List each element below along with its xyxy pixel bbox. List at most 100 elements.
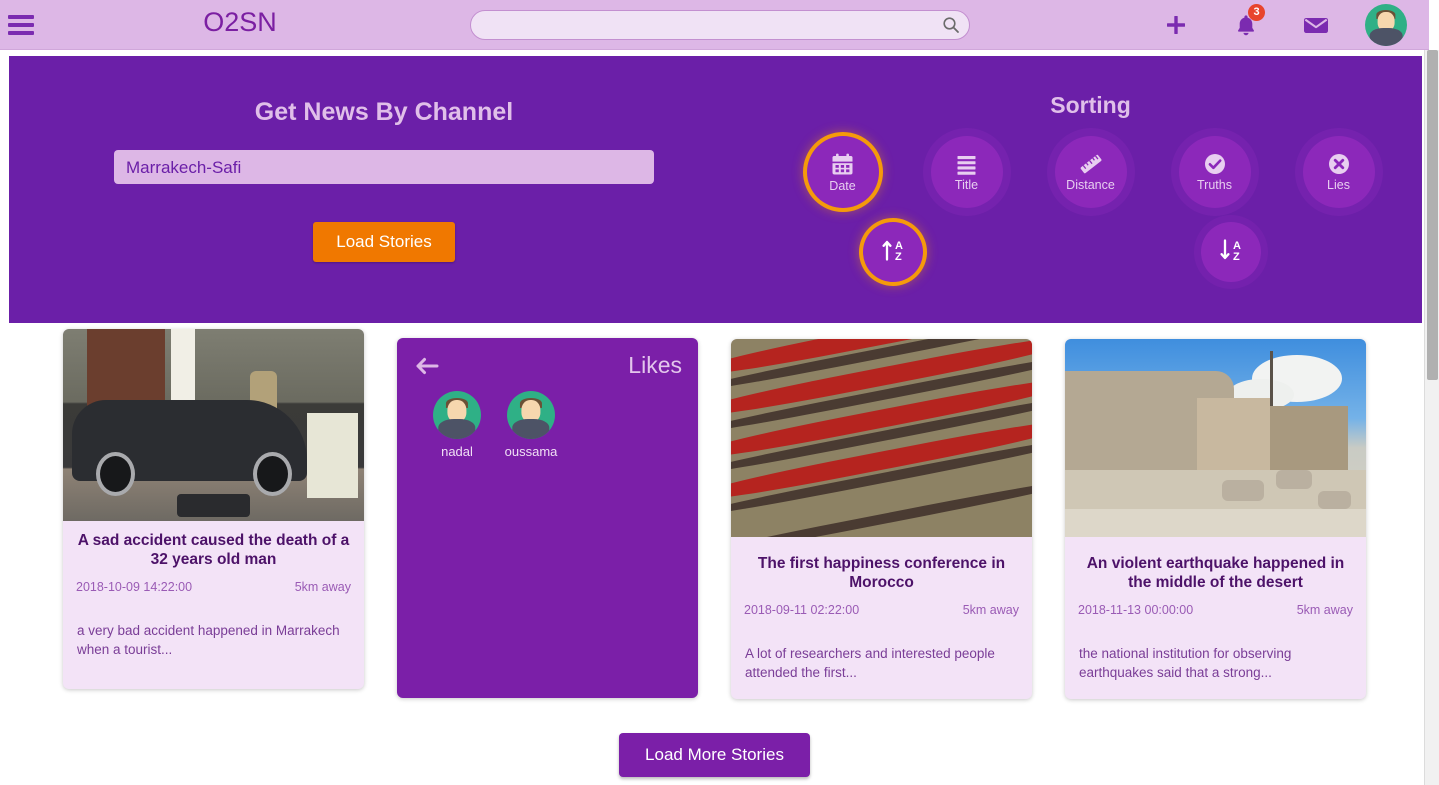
sort-option-truths[interactable]: Truths bbox=[1178, 136, 1251, 208]
calendar-icon bbox=[830, 152, 855, 177]
story-distance: 5km away bbox=[1296, 603, 1353, 618]
sort-direction-ascending[interactable]: A Z bbox=[863, 222, 923, 282]
avatar-body bbox=[1369, 28, 1403, 46]
story-excerpt: A lot of researchers and interested peop… bbox=[745, 646, 995, 681]
story-title: The first happiness conference in Morocc… bbox=[757, 555, 1006, 592]
avatar-image bbox=[1365, 4, 1407, 46]
story-excerpt: a very bad accident happened in Marrakec… bbox=[77, 623, 340, 658]
ruler-icon bbox=[1078, 152, 1104, 176]
hamburger-bar bbox=[8, 30, 34, 35]
search-bar bbox=[470, 10, 970, 40]
avatar-body bbox=[512, 418, 550, 439]
app-header: O2SN 3 bbox=[0, 0, 1429, 50]
story-date: 2018-10-09 14:22:00 bbox=[76, 580, 193, 595]
story-excerpt: the national institution for observing e… bbox=[1079, 646, 1292, 681]
notifications-badge: 3 bbox=[1248, 4, 1265, 21]
liker-avatar bbox=[507, 391, 555, 439]
sort-direction-descending[interactable]: A Z bbox=[1201, 222, 1261, 282]
hamburger-icon[interactable] bbox=[8, 14, 34, 35]
sort-option-label: Lies bbox=[1327, 178, 1350, 193]
photo-shape bbox=[177, 494, 250, 518]
x-circle-icon bbox=[1327, 152, 1351, 176]
conference-auditorium-photo bbox=[731, 339, 1032, 537]
story-body: The first happiness conference in Morocc… bbox=[731, 537, 1032, 592]
story-excerpt-wrap: a very bad accident happened in Marrakec… bbox=[63, 594, 364, 659]
likes-title: Likes bbox=[628, 352, 682, 378]
photo-shape bbox=[171, 329, 196, 410]
story-body: A sad accident caused the death of a 32 … bbox=[63, 521, 364, 569]
sort-option-lies[interactable]: Lies bbox=[1302, 136, 1375, 208]
sort-direction-options: A Z A Z bbox=[759, 222, 1422, 298]
sort-option-date[interactable]: Date bbox=[806, 136, 879, 208]
sort-option-label: Distance bbox=[1066, 178, 1115, 193]
channel-select[interactable]: Marrakech-Safi bbox=[114, 150, 654, 184]
story-distance: 5km away bbox=[294, 580, 351, 595]
photo-art bbox=[63, 329, 364, 521]
app-logo[interactable]: O2SN bbox=[175, 7, 305, 38]
photo-shape bbox=[96, 451, 136, 497]
likes-card[interactable]: Likes nadal oussama bbox=[397, 338, 698, 698]
svg-text:Z: Z bbox=[895, 251, 902, 263]
likes-header: Likes bbox=[397, 338, 698, 379]
photo-shape bbox=[306, 413, 358, 498]
search-input[interactable] bbox=[470, 10, 970, 40]
story-excerpt-wrap: the national institution for observing e… bbox=[1065, 617, 1366, 682]
sorting-title: Sorting bbox=[1050, 92, 1131, 118]
arrow-left-icon[interactable] bbox=[413, 356, 439, 376]
notifications-button[interactable]: 3 bbox=[1211, 0, 1281, 50]
vertical-scrollbar[interactable] bbox=[1424, 50, 1439, 785]
stories-grid: A sad accident caused the death of a 32 … bbox=[0, 329, 1429, 713]
photo-shape bbox=[1221, 479, 1264, 502]
header-actions: 3 bbox=[1141, 0, 1421, 50]
load-stories-button[interactable]: Load Stories bbox=[313, 222, 455, 262]
list-lines-icon bbox=[954, 153, 979, 176]
photo-art bbox=[731, 339, 1032, 537]
story-meta: 2018-10-09 14:22:00 5km away bbox=[63, 580, 364, 594]
svg-text:Z: Z bbox=[1233, 251, 1240, 263]
load-more-section: Load More Stories bbox=[0, 733, 1429, 777]
check-circle-icon bbox=[1203, 152, 1227, 176]
photo-shape bbox=[1275, 469, 1312, 490]
sort-option-label: Title bbox=[954, 177, 979, 192]
add-button[interactable] bbox=[1141, 0, 1211, 50]
channel-filter-section: Get News By Channel Marrakech-Safi Load … bbox=[9, 56, 759, 323]
sort-option-distance[interactable]: Distance bbox=[1054, 136, 1127, 208]
story-card[interactable]: An violent earthquake happened in the mi… bbox=[1065, 339, 1366, 699]
photo-shape bbox=[252, 451, 292, 497]
search-icon[interactable] bbox=[942, 16, 960, 34]
hamburger-bar bbox=[8, 22, 34, 27]
story-card[interactable]: A sad accident caused the death of a 32 … bbox=[63, 329, 364, 689]
liker-item[interactable]: oussama bbox=[501, 391, 561, 459]
photo-shape bbox=[1269, 406, 1348, 478]
channel-filter-title: Get News By Channel bbox=[254, 98, 514, 126]
sort-options: Date Title Distance Truths Lies bbox=[759, 136, 1422, 208]
story-meta: 2018-09-11 02:22:00 5km away bbox=[731, 603, 1032, 617]
photo-shape bbox=[1065, 509, 1366, 537]
story-excerpt-wrap: A lot of researchers and interested peop… bbox=[731, 617, 1032, 682]
sort-option-title[interactable]: Title bbox=[930, 136, 1003, 208]
sort-option-label: Date bbox=[829, 178, 856, 193]
filters-panel: Get News By Channel Marrakech-Safi Load … bbox=[9, 56, 1422, 323]
load-more-stories-button[interactable]: Load More Stories bbox=[619, 733, 810, 777]
liker-item[interactable]: nadal bbox=[427, 391, 487, 459]
scrollbar-thumb[interactable] bbox=[1427, 50, 1438, 380]
story-card[interactable]: The first happiness conference in Morocc… bbox=[731, 339, 1032, 699]
hamburger-bar bbox=[8, 14, 34, 19]
avatar[interactable] bbox=[1351, 0, 1421, 50]
liker-name: nadal bbox=[441, 444, 473, 459]
story-body: An violent earthquake happened in the mi… bbox=[1065, 537, 1366, 592]
story-title: A sad accident caused the death of a 32 … bbox=[77, 532, 350, 569]
avatar-body bbox=[438, 418, 476, 439]
story-date: 2018-11-13 00:00:00 bbox=[1078, 603, 1194, 618]
messages-button[interactable] bbox=[1281, 0, 1351, 50]
sorting-section: Sorting Date Title Distance Truths Lies … bbox=[759, 56, 1422, 323]
liker-name: oussama bbox=[504, 444, 558, 459]
story-distance: 5km away bbox=[962, 603, 1019, 618]
car-crash-photo bbox=[63, 329, 364, 521]
sort-amount-down-az-icon: A Z bbox=[1217, 237, 1245, 268]
photo-art bbox=[1065, 339, 1366, 537]
story-date: 2018-09-11 02:22:00 bbox=[744, 603, 860, 618]
story-title: An violent earthquake happened in the mi… bbox=[1086, 555, 1345, 592]
sort-option-label: Truths bbox=[1197, 178, 1232, 193]
photo-shape bbox=[1317, 491, 1351, 510]
